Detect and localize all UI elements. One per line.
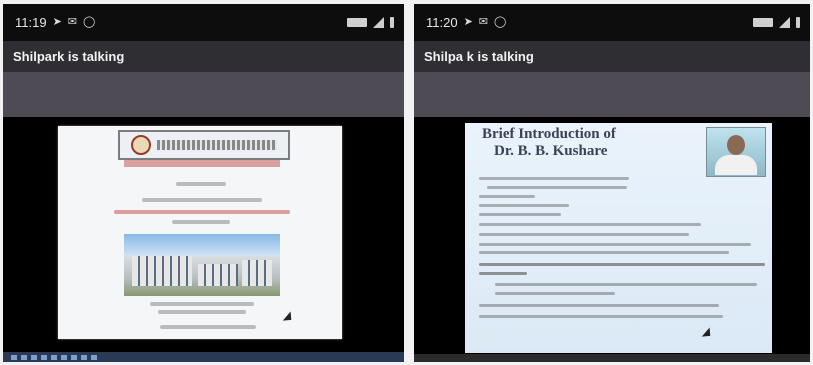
text-line — [172, 220, 230, 224]
text-line — [114, 210, 290, 214]
speaker-banner: Shilpa k is talking — [414, 41, 810, 72]
bullet-text — [479, 177, 629, 180]
bullet-text — [479, 272, 527, 275]
bullet-text — [495, 283, 757, 286]
clock: 11:20 — [426, 15, 458, 30]
text-line — [158, 310, 246, 314]
bullet-text — [479, 204, 569, 207]
battery-saver-icon — [347, 18, 367, 27]
bullet-text — [495, 292, 615, 295]
shared-screen-view[interactable] — [3, 117, 404, 362]
bullet-text — [487, 186, 627, 189]
speaker-portrait — [706, 127, 766, 177]
bullet-text — [479, 263, 765, 266]
presentation-slide: Brief Introduction of Dr. B. B. Kushare — [465, 123, 772, 353]
text-line — [142, 198, 262, 202]
bullet-text — [479, 243, 751, 246]
right-phone-screen: 11:20 ➤ ✉ ◯ Shilpa k is talking Brief In… — [414, 4, 810, 362]
whatsapp-icon: ◯ — [83, 16, 96, 28]
battery-icon — [390, 17, 394, 28]
battery-saver-icon — [753, 18, 773, 27]
status-bar: 11:20 ➤ ✉ ◯ — [414, 4, 810, 41]
windows-taskbar — [3, 352, 404, 362]
bullet-text — [479, 304, 719, 307]
navigation-icon: ➤ — [52, 16, 62, 28]
text-line — [150, 302, 254, 306]
speaker-label: Shilpa k is talking — [424, 49, 534, 64]
meeting-toolbar-area — [3, 72, 404, 117]
text-line — [176, 182, 226, 186]
subtitle-banner — [124, 160, 280, 167]
bullet-text — [479, 233, 689, 236]
speaker-label: Shilpark is talking — [13, 49, 125, 64]
speaker-banner: Shilpark is talking — [3, 41, 404, 72]
bullet-text — [479, 195, 535, 198]
signal-icon — [373, 17, 384, 28]
bullet-text — [479, 213, 561, 216]
university-logo-banner — [118, 130, 290, 160]
clock: 11:19 — [15, 15, 47, 30]
navigation-icon: ➤ — [463, 16, 473, 28]
slide-title-line-1: Brief Introduction of — [482, 126, 616, 142]
mouse-pointer-icon — [701, 327, 715, 341]
bullet-text — [479, 251, 729, 254]
meeting-toolbar-area — [414, 72, 810, 117]
text-line — [160, 325, 256, 329]
seal-icon — [131, 135, 151, 155]
logo-text-graphic — [157, 140, 277, 150]
bullet-text — [479, 315, 723, 318]
mail-icon: ✉ — [478, 16, 489, 28]
mail-icon: ✉ — [67, 16, 78, 28]
slide-title-line-2: Dr. B. B. Kushare — [494, 143, 608, 159]
bullet-text — [479, 223, 701, 226]
status-bar: 11:19 ➤ ✉ ◯ — [3, 4, 404, 41]
signal-icon — [779, 17, 790, 28]
shared-screen-view[interactable]: Brief Introduction of Dr. B. B. Kushare — [414, 117, 810, 362]
slide-title: Brief Introduction of Dr. B. B. Kushare — [482, 126, 682, 160]
campus-building-image — [124, 234, 280, 296]
mouse-pointer-icon — [282, 311, 296, 325]
taskbar-icons — [11, 355, 101, 360]
battery-icon — [796, 17, 800, 28]
whatsapp-icon: ◯ — [494, 16, 507, 28]
left-phone-screen: 11:19 ➤ ✉ ◯ Shilpark is talking — [3, 4, 404, 362]
bottom-bar — [414, 354, 810, 362]
presentation-slide — [58, 126, 342, 339]
